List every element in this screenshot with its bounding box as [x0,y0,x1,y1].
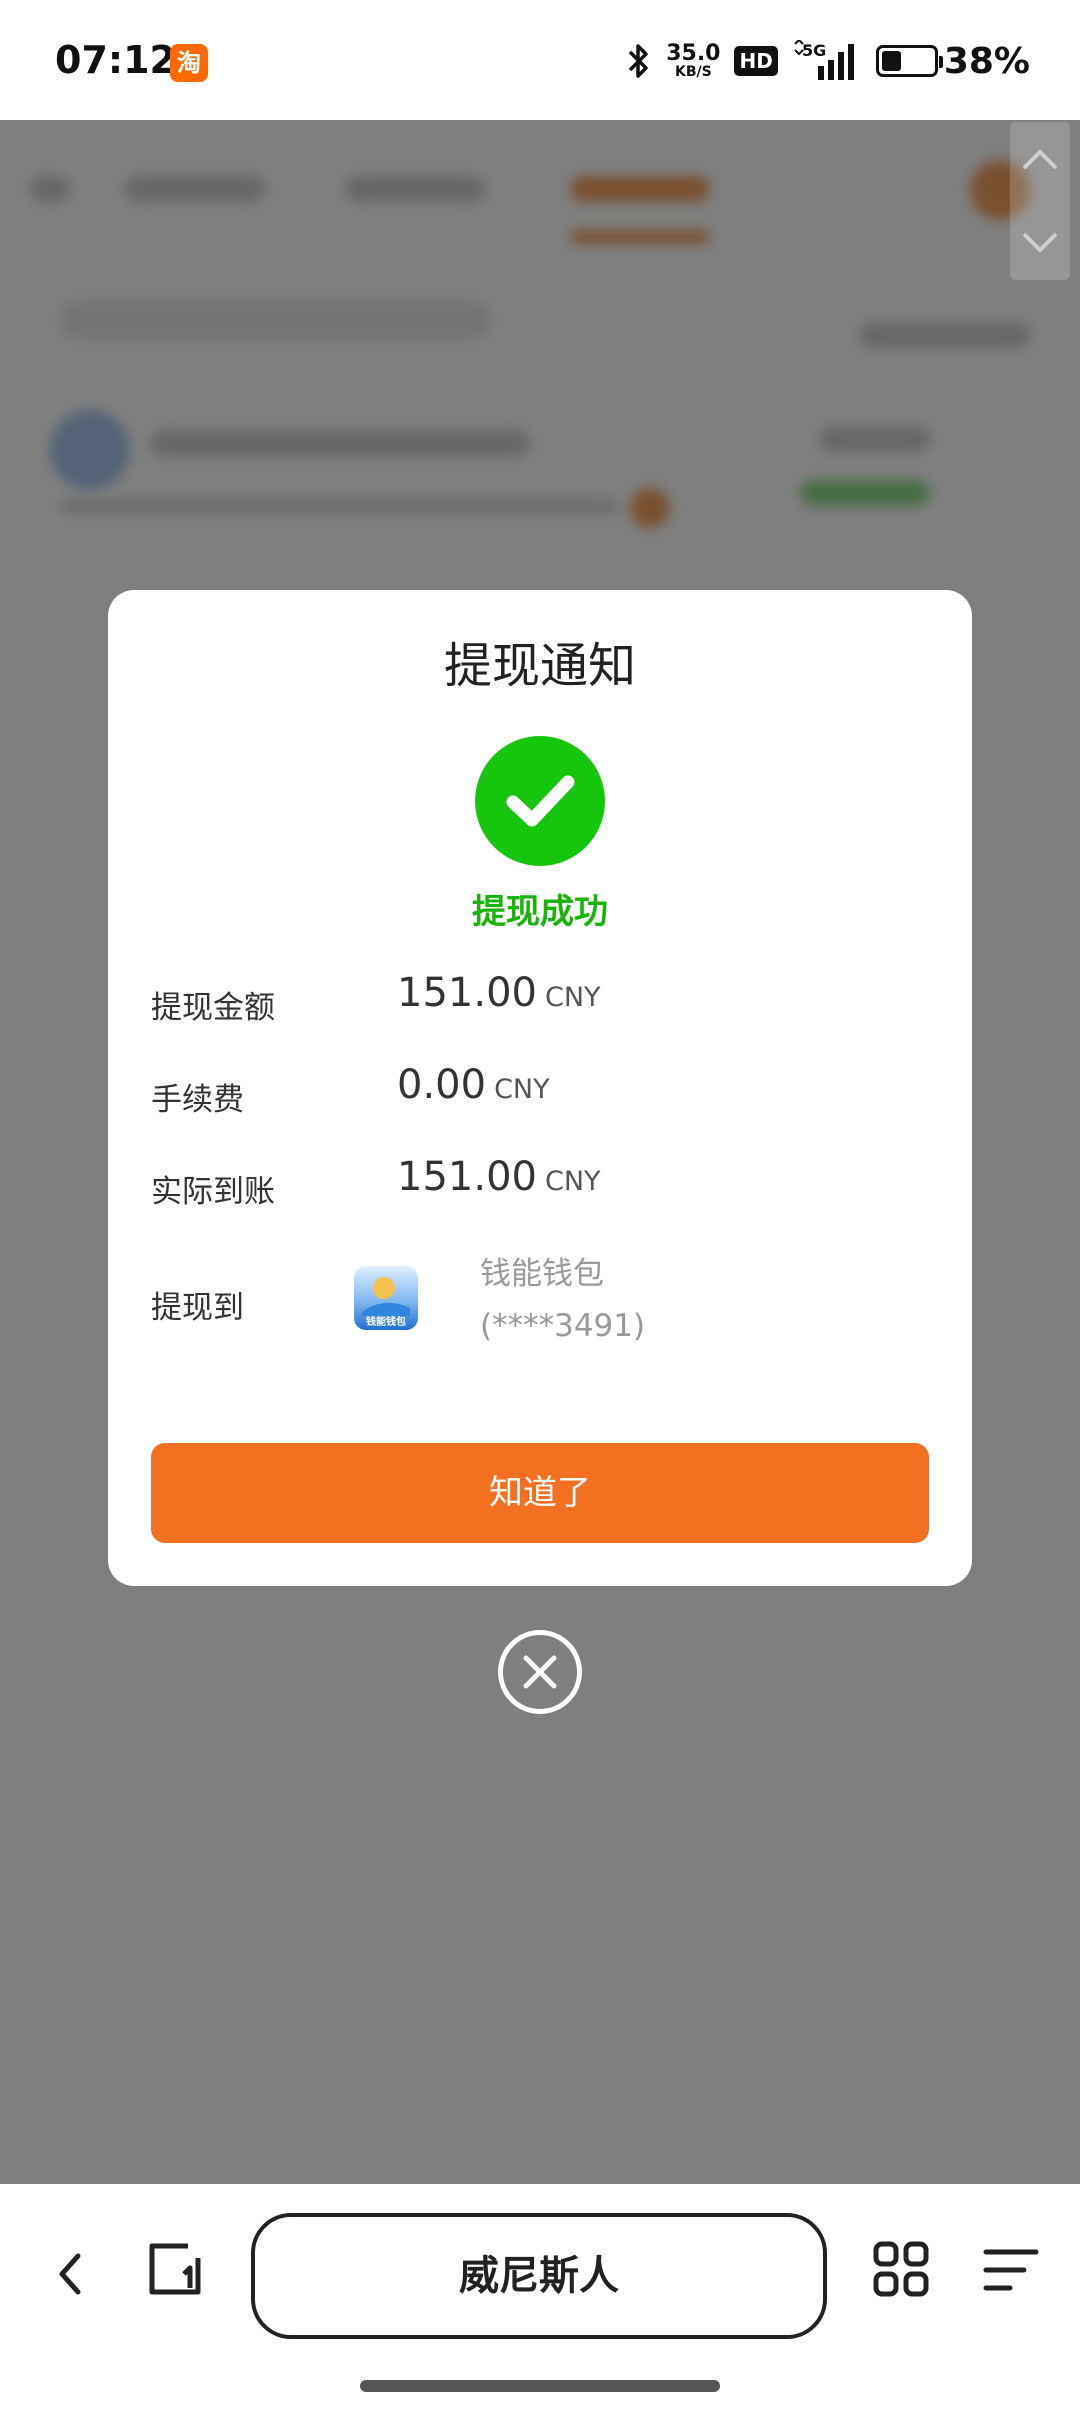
received-row: 实际到账 151.00 CNY [151,1154,929,1214]
success-status-text: 提现成功 [472,892,608,932]
status-icons: 35.0 KB/S HD 5G 38% [626,36,1030,86]
dialog-title: 提现通知 [443,638,636,694]
status-bar: 07:12 淘 35.0 KB/S HD 5G 38% [0,0,1080,120]
received-label: 实际到账 [151,1174,275,1210]
fee-value: 0.00 [397,1062,487,1108]
net-speed: 35.0 KB/S [666,41,721,80]
page-scroll-control[interactable] [1010,122,1070,280]
amount-currency: CNY [544,982,601,1013]
fee-currency: CNY [494,1074,550,1105]
net-speed-unit: KB/S [674,64,712,80]
success-check-icon [475,736,605,866]
menu-icon[interactable] [980,2240,1042,2300]
wallet-name: 钱能钱包 [480,1256,604,1292]
bluetooth-icon [628,44,648,78]
wallet-app-icon: 钱能钱包 [354,1266,418,1330]
fee-row: 手续费 0.00 CNY [151,1062,929,1122]
battery: 38% [875,40,1030,82]
amount-row: 提现金额 151.00 CNY [151,970,929,1030]
chevron-up-icon[interactable] [1010,132,1070,192]
status-time: 07:12 [55,38,176,82]
tabs-icon[interactable] [144,2238,206,2300]
close-icon[interactable] [503,1635,577,1709]
network-type-label: 5G [802,41,826,60]
close-dialog-button[interactable] [498,1630,582,1714]
received-currency: CNY [544,1166,601,1197]
signal-5g-icon: 5G [794,40,854,80]
address-bar[interactable]: 威尼斯人 [251,2213,827,2339]
amount-value-wrap: 151.00 CNY [397,970,601,1016]
amount-value: 151.00 [397,970,537,1016]
taobao-app-icon: 淘 [170,44,208,82]
net-speed-value: 35.0 [666,41,721,66]
back-arrow-icon[interactable] [42,2244,102,2304]
received-value-wrap: 151.00 CNY [397,1154,601,1200]
hd-badge: HD [734,46,778,76]
received-value: 151.00 [397,1154,537,1200]
battery-level-fill [881,51,901,71]
battery-percent: 38% [943,40,1030,82]
got-it-button[interactable]: 知道了 [151,1443,929,1543]
browser-bottom-bar: 威尼斯人 [0,2184,1080,2414]
wallet-icon-text: 钱能钱包 [366,1315,406,1328]
apps-grid-icon[interactable] [870,2238,932,2300]
withdrawal-notice-dialog: 提现通知 提现成功 提现金额 151.00 CNY 手续费 0.00 CNY 实际到… [108,590,972,1586]
chevron-down-icon[interactable] [1010,212,1070,272]
home-indicator[interactable] [360,2380,720,2392]
withdraw-to-label: 提现到 [151,1290,244,1326]
battery-icon [875,45,943,77]
amount-label: 提现金额 [151,990,275,1026]
fee-label: 手续费 [151,1082,244,1118]
fee-value-wrap: 0.00 CNY [397,1062,550,1108]
wallet-account: (****3491) [480,1308,646,1344]
